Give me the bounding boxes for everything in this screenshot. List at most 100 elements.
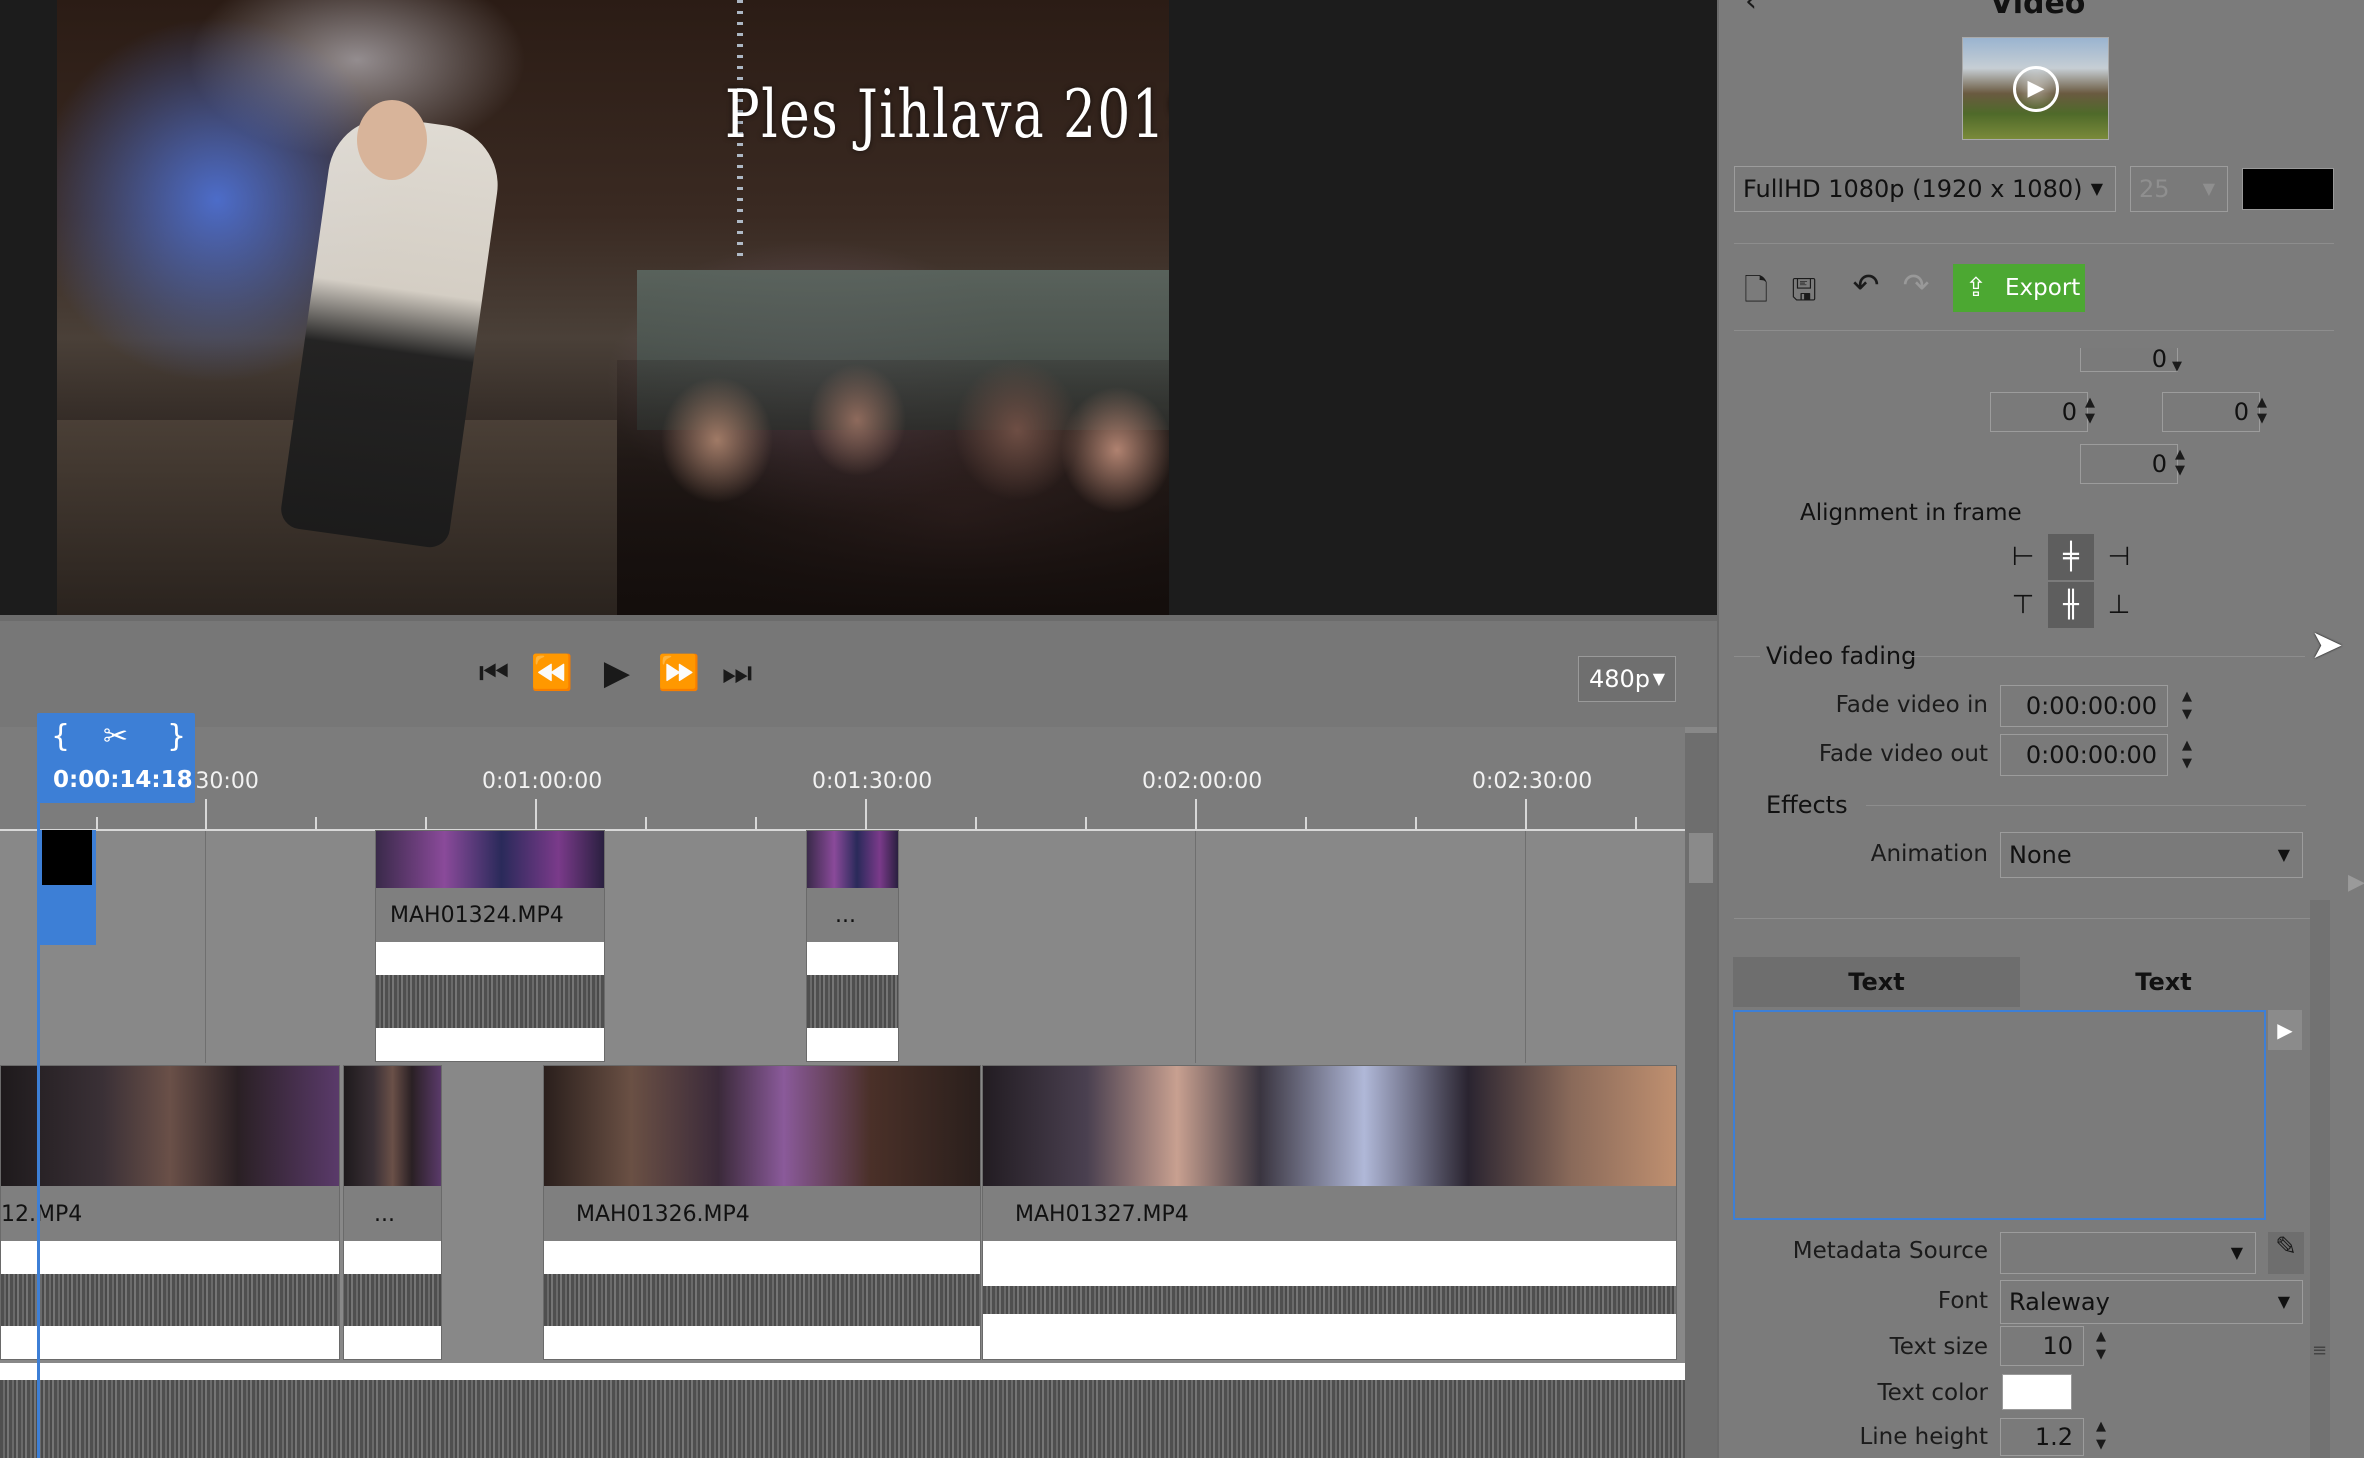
go-to-start-icon[interactable]: ⏮ — [472, 651, 516, 695]
metadata-source-select[interactable]: ▼ — [2000, 1232, 2256, 1274]
text-color-swatch[interactable] — [2002, 1374, 2072, 1410]
clip-thumbnail — [983, 1066, 1676, 1186]
video-format-select[interactable]: FullHD 1080p (1920 x 1080) ▼ — [1734, 166, 2116, 212]
ruler-tick-minor — [315, 817, 317, 829]
video-preview-frame[interactable]: Ples Jihlava 2019 — [57, 0, 1169, 615]
alignment-label: Alignment in frame — [1800, 500, 2022, 526]
text-size-input[interactable]: 10 — [2000, 1326, 2084, 1366]
export-button[interactable]: ⇪ Export — [1953, 264, 2085, 312]
play-icon[interactable]: ▶ — [2013, 66, 2059, 112]
video-fading-header: Video fading — [1766, 642, 1917, 670]
align-center-horizontal-icon[interactable]: ╪ — [2048, 534, 2094, 580]
spin-down-icon[interactable]: ▼ — [2083, 412, 2097, 425]
master-audio-waveform[interactable] — [0, 1363, 1685, 1458]
font-select[interactable]: Raleway ▼ — [2000, 1280, 2303, 1324]
spin-down-icon[interactable]: ▼ — [2094, 1438, 2108, 1451]
align-left-icon[interactable]: ⊢ — [2000, 534, 2046, 580]
spin-up-icon[interactable]: ▲ — [2180, 690, 2194, 703]
timeline-clip[interactable]: ... — [806, 830, 899, 1062]
video-thumbnail[interactable]: ▶ — [1962, 37, 2109, 140]
scroll-grip-icon[interactable]: ≡ — [2312, 1340, 2327, 1361]
text-color-label: Text color — [1877, 1380, 1988, 1406]
previous-mark-icon[interactable]: ⏪ — [530, 651, 574, 695]
chevron-down-icon: ▼ — [2277, 1292, 2290, 1311]
spin-down-icon[interactable]: ▼ — [2255, 412, 2269, 425]
playhead-handle[interactable]: { ✂ } 0:00:14:18 — [37, 713, 195, 803]
spin-down-icon[interactable]: ▼ — [2173, 464, 2187, 477]
play-arrow-icon[interactable]: ▶ — [2268, 1010, 2302, 1050]
metadata-source-label: Metadata Source — [1792, 1238, 1988, 1264]
text-content-editor[interactable] — [1733, 1010, 2266, 1220]
background-color-swatch[interactable] — [2242, 168, 2334, 210]
fade-out-value: 0:00:00:00 — [2025, 741, 2157, 769]
clip-name: MAH01324.MP4 — [390, 903, 564, 928]
align-center-vertical-icon[interactable]: ╫ — [2048, 582, 2094, 628]
align-right-icon[interactable]: ⊣ — [2096, 534, 2142, 580]
tab-text-1[interactable]: Text — [1733, 957, 2020, 1007]
timeline-vertical-scrollbar[interactable] — [1685, 733, 1717, 1458]
track-gridline — [1525, 831, 1526, 1063]
timeline-clip[interactable]: MAH01326.MP4 — [543, 1065, 981, 1360]
fade-in-label: Fade video in — [1835, 692, 1988, 718]
clip-audio-waveform — [344, 1241, 441, 1359]
video-overlay-title[interactable]: Ples Jihlava 2019 — [725, 60, 1169, 170]
align-top-icon[interactable]: ⊤ — [2000, 582, 2046, 628]
spin-up-icon[interactable]: ▲ — [2083, 396, 2097, 409]
position-right-input[interactable]: 0 — [2162, 392, 2260, 432]
undo-icon[interactable]: ↶ — [1846, 266, 1886, 310]
panel-scrollbar[interactable] — [2310, 900, 2330, 1458]
fade-in-value: 0:00:00:00 — [2025, 692, 2157, 720]
ruler-label-1-30: 0:01:30:00 — [812, 769, 933, 794]
spin-down-icon[interactable]: ▼ — [2180, 757, 2194, 770]
spin-down-icon[interactable]: ▼ — [2170, 360, 2184, 373]
ruler-tick-minor — [1305, 817, 1307, 829]
preview-resolution-select[interactable]: 480p ▼ — [1578, 656, 1676, 702]
go-to-end-icon[interactable]: ⏭ — [715, 651, 759, 695]
playhead-clip-marker[interactable] — [37, 830, 96, 945]
fps-select[interactable]: 25 ▼ — [2130, 166, 2228, 212]
animation-select[interactable]: None ▼ — [2000, 832, 2303, 878]
clip-name: MAH01326.MP4 — [576, 1202, 750, 1227]
save-icon[interactable]: 🖫 — [1784, 268, 1824, 312]
position-bottom-input[interactable]: 0 — [2080, 444, 2178, 484]
redo-icon[interactable]: ↷ — [1896, 266, 1936, 310]
timeline-clip[interactable]: ... — [343, 1065, 442, 1360]
next-mark-icon[interactable]: ⏩ — [657, 651, 701, 695]
ruler-label-2-00: 0:02:00:00 — [1142, 769, 1263, 794]
spin-up-icon[interactable]: ▲ — [2173, 448, 2187, 461]
tab-text-2[interactable]: Text — [2020, 957, 2307, 1007]
clip-name: ... — [835, 903, 856, 928]
timeline-ruler[interactable]: :30:00 0:01:00:00 0:01:30:00 0:02:00:00 … — [0, 727, 1685, 831]
spin-up-icon[interactable]: ▲ — [2094, 1330, 2108, 1343]
timeline-clip[interactable]: MAH01327.MP4 — [982, 1065, 1677, 1360]
eyedropper-icon[interactable]: ✎ — [2268, 1232, 2304, 1274]
play-icon[interactable]: ▶ — [595, 651, 639, 695]
back-arrow-icon[interactable]: ‹ — [1745, 0, 1757, 19]
mark-in-icon[interactable]: { — [51, 719, 70, 754]
spin-down-icon[interactable]: ▼ — [2180, 708, 2194, 721]
timeline-clip[interactable]: 12.MP4 — [0, 1065, 340, 1360]
clip-audio-waveform — [1, 1241, 339, 1359]
line-height-input[interactable]: 1.2 — [2000, 1418, 2084, 1456]
divider — [1734, 330, 2334, 331]
scrollbar-thumb[interactable] — [1689, 833, 1713, 883]
fade-in-input[interactable]: 0:00:00:00 — [2000, 685, 2168, 727]
position-left-input[interactable]: 0 — [1990, 392, 2088, 432]
split-scissors-icon[interactable]: ✂ — [103, 719, 128, 754]
position-top-input[interactable]: 0 — [2080, 347, 2178, 372]
spin-up-icon[interactable]: ▲ — [2094, 1420, 2108, 1433]
spin-up-icon[interactable]: ▲ — [2255, 396, 2269, 409]
position-bottom-value: 0 — [2151, 450, 2167, 478]
track-gridline — [1195, 831, 1196, 1063]
ruler-tick-major — [535, 799, 537, 829]
timeline-clip[interactable]: MAH01324.MP4 — [375, 830, 605, 1062]
panel-expand-arrow-icon[interactable]: ▶ — [2348, 870, 2364, 895]
align-bottom-icon[interactable]: ⊥ — [2096, 582, 2142, 628]
clip-thumbnail — [344, 1066, 441, 1186]
new-project-icon[interactable]: 🗋 — [1736, 268, 1776, 312]
spin-down-icon[interactable]: ▼ — [2094, 1348, 2108, 1361]
spin-up-icon[interactable]: ▲ — [2180, 739, 2194, 752]
chevron-down-icon: ▼ — [2202, 179, 2215, 198]
fade-out-input[interactable]: 0:00:00:00 — [2000, 734, 2168, 776]
mark-out-icon[interactable]: } — [167, 719, 186, 754]
